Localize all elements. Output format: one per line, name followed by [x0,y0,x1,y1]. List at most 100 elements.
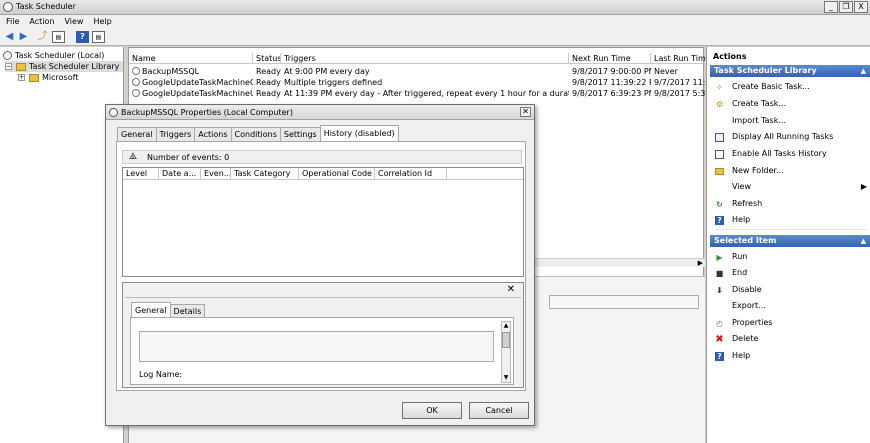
show-hide-action-pane-icon[interactable]: ▤ [92,31,105,43]
action-create-basic-task[interactable]: ✧ Create Basic Task... [715,81,869,93]
action-help[interactable]: ? Help [715,214,869,226]
events-list[interactable]: Level Date a... Even... Task Category Op… [122,167,524,277]
tree-item-library[interactable]: − Task Scheduler Library [5,61,124,72]
action-properties[interactable]: ◴ Properties [715,317,869,329]
tree-item-microsoft[interactable]: + Microsoft [18,72,78,83]
expand-icon[interactable]: + [18,74,25,81]
selected-item-section-header[interactable]: Selected Item ▲ [710,235,870,247]
action-help-selected[interactable]: ? Help [715,350,869,362]
help-icon[interactable]: ? [76,31,89,43]
action-create-task[interactable]: ⚙ Create Task... [715,98,869,110]
scroll-right-icon[interactable]: ▶ [698,259,703,267]
dialog-close-button[interactable]: ✕ [520,107,531,117]
collapse-icon[interactable]: ▲ [861,65,866,77]
scroll-up-icon[interactable]: ▲ [502,322,510,330]
column-task-category[interactable]: Task Category [231,168,299,180]
action-label: Export... [732,301,766,310]
tab-conditions[interactable]: Conditions [230,127,281,141]
create-basic-task-icon: ✧ [716,82,723,92]
task-icon [109,108,118,117]
column-next-run-time[interactable]: Next Run Time [569,53,651,64]
restore-button[interactable]: ❐ [839,1,853,13]
column-name[interactable]: Name [129,53,253,64]
actions-pane: Actions Task Scheduler Library ▲ ✧ Creat… [706,47,870,443]
task-icon [132,67,140,75]
column-event[interactable]: Even... [201,168,231,180]
detail-tab-details[interactable]: Details [169,304,206,317]
column-correlation-id[interactable]: Correlation Id [375,168,447,180]
folder-icon [29,73,39,82]
toolbar: ◀ ▶ ⤴ ▤ ? ▤ [0,28,870,46]
task-status: Ready [256,89,281,98]
event-description-box[interactable] [139,331,494,362]
menu-action[interactable]: Action [29,17,54,26]
collapse-icon[interactable]: − [5,63,12,70]
scroll-thumb[interactable] [502,332,510,348]
action-label: Delete [732,334,759,343]
action-end[interactable]: ■ End [715,267,869,279]
task-icon [132,89,140,97]
divider [125,297,521,298]
library-section-header[interactable]: Task Scheduler Library ▲ [710,65,870,77]
tab-triggers[interactable]: Triggers [155,127,196,141]
collapse-icon[interactable]: ▲ [861,235,866,247]
vertical-scrollbar[interactable]: ▲ ▼ [501,321,511,383]
detail-tab-general[interactable]: General [131,302,171,317]
disable-icon: ⬇ [716,285,723,295]
task-next-run: 9/8/2017 9:00:00 PM [572,67,651,76]
action-view[interactable]: View ▶ [715,181,869,193]
divider [715,229,867,230]
table-row[interactable]: GoogleUpdateTaskMachineUA Ready At 11:39… [129,88,705,99]
action-refresh[interactable]: ↻ Refresh [715,198,869,210]
task-last-run: 9/8/2017 5:39 [654,89,705,98]
filter-icon[interactable]: ⧌ [129,152,137,162]
column-status[interactable]: Status [253,53,281,64]
column-date[interactable]: Date a... [159,168,201,180]
action-disable[interactable]: ⬇ Disable [715,284,869,296]
scroll-down-icon[interactable]: ▼ [502,374,510,382]
action-display-running-tasks[interactable]: Display All Running Tasks [715,131,869,143]
up-folder-icon[interactable]: ⤴ [36,31,49,43]
action-import-task[interactable]: Import Task... [715,115,869,127]
event-detail-pane: ✕ General Details Log Name: ▲ ▼ [122,282,524,388]
show-hide-tree-icon[interactable]: ▤ [52,31,65,43]
minimize-button[interactable]: _ [824,1,838,13]
ok-button[interactable]: OK [402,402,462,419]
back-icon[interactable]: ◀ [3,31,16,43]
cancel-button[interactable]: Cancel [469,402,529,419]
tab-settings[interactable]: Settings [279,127,321,141]
table-row[interactable]: BackupMSSQL Ready At 9:00 PM every day 9… [129,66,705,77]
action-enable-history[interactable]: Enable All Tasks History [715,148,869,160]
folder-icon [715,167,724,175]
refresh-icon: ↻ [716,199,723,209]
column-operational-code[interactable]: Operational Code [299,168,375,180]
clock-icon [3,51,12,60]
action-label: Create Basic Task... [732,82,810,91]
tab-history[interactable]: History (disabled) [319,125,399,141]
action-delete[interactable]: ✖ Delete [715,333,869,345]
events-count: Number of events: 0 [147,153,230,162]
menu-help[interactable]: Help [93,17,111,26]
column-level[interactable]: Level [123,168,159,180]
task-name: GoogleUpdateTaskMachineUA [142,89,253,98]
action-label: Display All Running Tasks [732,132,834,141]
column-last-run-time[interactable]: Last Run Time [651,53,705,64]
task-next-run: 9/8/2017 11:39:22 PM [572,78,651,87]
action-run[interactable]: ▶ Run [715,251,869,263]
run-icon: ▶ [716,252,723,262]
column-triggers[interactable]: Triggers [281,53,569,64]
tree-item-root[interactable]: Task Scheduler (Local) [3,50,104,61]
action-new-folder[interactable]: New Folder... [715,165,869,177]
menu-view[interactable]: View [64,17,83,26]
action-export[interactable]: Export... [715,300,869,312]
close-button[interactable]: X [854,1,868,13]
close-detail-icon[interactable]: ✕ [507,284,515,295]
table-row[interactable]: GoogleUpdateTaskMachineCore Ready Multip… [129,77,705,88]
tab-general[interactable]: General [117,127,157,141]
task-triggers: Multiple triggers defined [284,78,383,87]
action-label: Run [732,252,748,261]
tab-actions[interactable]: Actions [194,127,232,141]
forward-icon[interactable]: ▶ [17,31,30,43]
menu-file[interactable]: File [6,17,19,26]
action-label: Help [732,215,751,224]
